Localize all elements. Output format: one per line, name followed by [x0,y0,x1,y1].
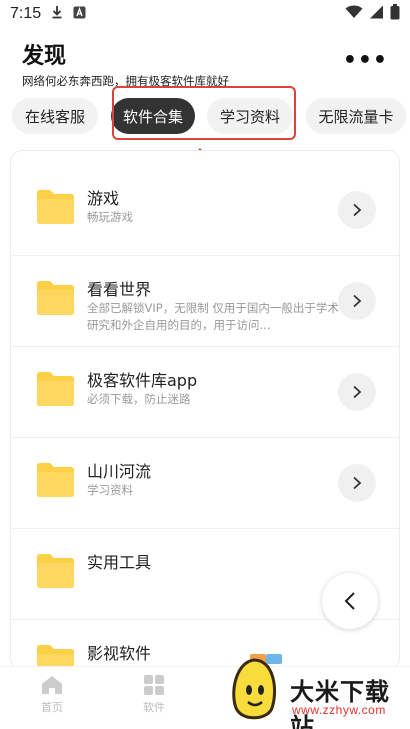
list-item[interactable]: 山川河流 学习资料 [11,438,399,529]
nav-home[interactable]: 首页 [22,675,82,715]
download-icon [51,5,63,23]
list-item-name: 实用工具 [87,553,152,572]
folder-icon [37,463,74,497]
list-item-name: 影视软件 [87,644,152,663]
list-item-name: 山川河流 [87,462,152,481]
more-menu-button[interactable]: ••• [343,48,388,73]
list-item-desc: 必须下载，防止迷路 [87,392,191,406]
folder-icon [37,554,74,588]
folder-icon [37,190,74,224]
status-bar: 7:15 [0,0,410,28]
tab-online-service[interactable]: 在线客服 [12,98,98,134]
status-time: 7:15 [10,5,42,22]
list-item-name: 游戏 [87,189,120,208]
wifi-icon [345,5,363,23]
list-item[interactable]: 游戏 畅玩游戏 [11,165,399,256]
nav-software[interactable]: 软件 [124,675,184,715]
tab-unlimited-data-card[interactable]: 无限流量卡 [306,98,406,134]
chevron-left-icon [344,592,355,610]
watermark-url: www.zzhyw.com [292,703,386,717]
chevron-right-icon[interactable] [338,282,376,320]
page-header: 发现 网络何必东奔西跑，拥有极客软件库就好 [22,38,229,89]
page-title: 发现 [22,44,67,69]
watermark-title: 大米下载站 [290,678,390,729]
chevron-right-icon[interactable] [338,373,376,411]
signal-icon [369,5,384,23]
list-item-desc: 全部已解锁VIP，无限制 仅用于国内一般出于学术研究和外企自用的目的，用于访问.… [87,301,339,332]
list-item-name: 极客软件库app [87,371,198,390]
folder-icon [37,372,74,406]
floating-back-button[interactable] [322,573,378,629]
list-item-desc: 学习资料 [87,483,133,497]
list-item[interactable]: 看看世界 全部已解锁VIP，无限制 仅用于国内一般出于学术研究和外企自用的目的，… [11,256,399,347]
list-item[interactable]: 极客软件库app 必须下载，防止迷路 [11,347,399,438]
app-notification-icon [73,6,86,23]
chevron-right-icon[interactable] [338,191,376,229]
list-item-name: 看看世界 [87,280,152,299]
site-watermark: 大米下载站 www.zzhyw.com [222,650,410,729]
rice-mascot-logo-icon [232,654,282,720]
nav-software-label: 软件 [143,701,165,714]
highlight-box [112,86,296,140]
nav-home-label: 首页 [41,701,63,714]
chevron-right-icon[interactable] [338,464,376,502]
folder-icon [37,281,74,315]
grid-icon [144,675,164,695]
battery-icon [390,4,400,24]
home-icon [42,676,62,694]
list-item-desc: 畅玩游戏 [87,210,133,224]
